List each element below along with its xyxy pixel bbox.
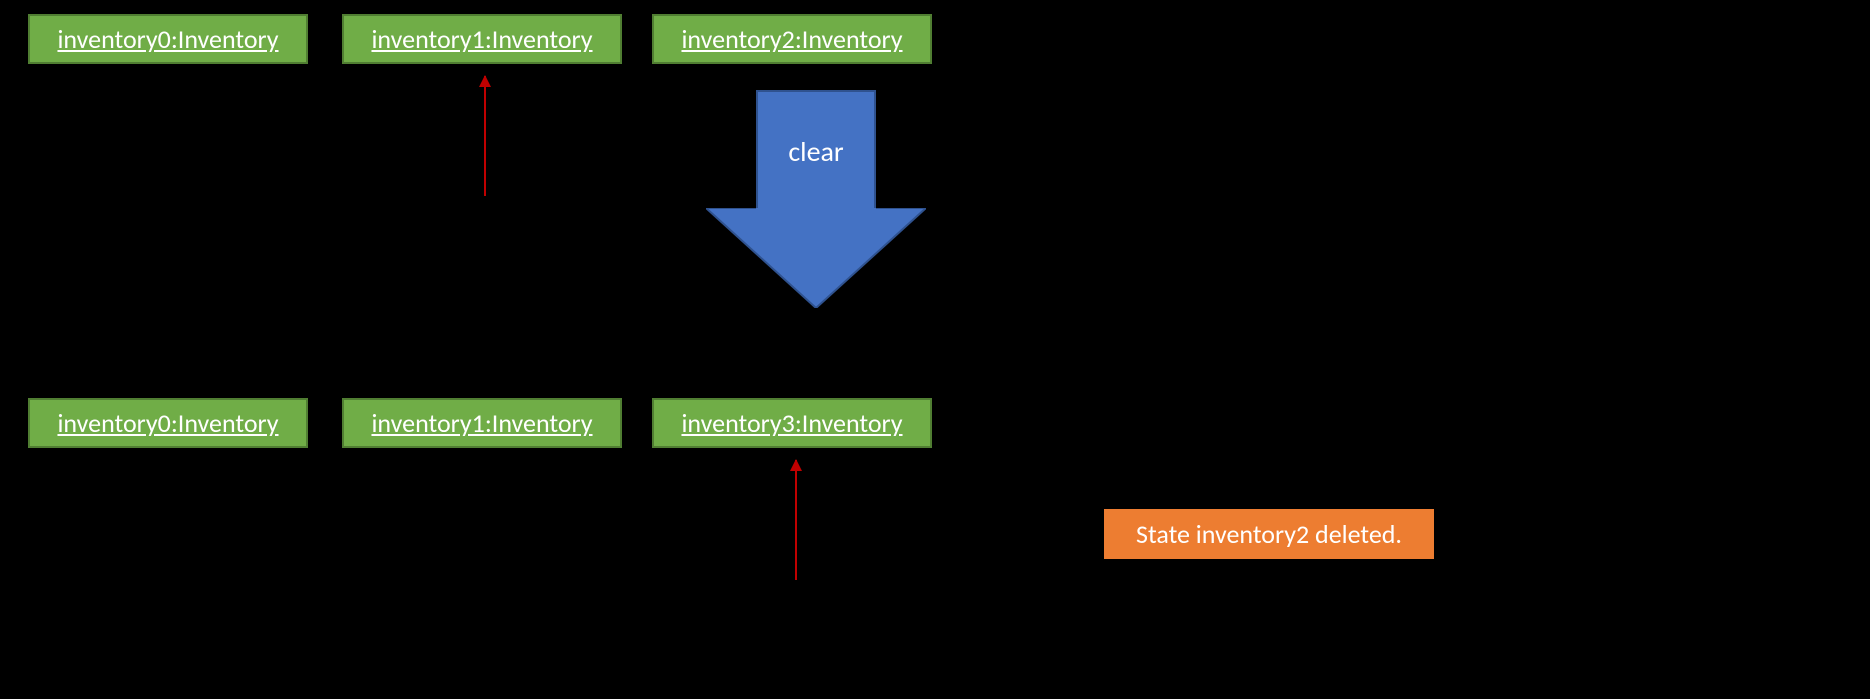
object-label: inventory1:Inventory — [371, 407, 592, 439]
status-box: State inventory2 deleted. — [1104, 509, 1434, 559]
status-label: State inventory2 deleted. — [1136, 518, 1402, 550]
object-box-top-0: inventory0:Inventory — [28, 14, 308, 64]
object-box-bottom-0: inventory0:Inventory — [28, 398, 308, 448]
object-label: inventory0:Inventory — [57, 407, 278, 439]
red-arrow-top — [484, 76, 486, 196]
object-label: inventory0:Inventory — [57, 23, 278, 55]
object-box-top-1: inventory1:Inventory — [342, 14, 622, 64]
object-label: inventory3:Inventory — [681, 407, 902, 439]
red-arrow-bottom — [795, 460, 797, 580]
clear-arrow: clear — [706, 90, 926, 310]
arrow-label: clear — [788, 134, 843, 169]
object-label: inventory1:Inventory — [371, 23, 592, 55]
object-box-bottom-2: inventory3:Inventory — [652, 398, 932, 448]
object-box-top-2: inventory2:Inventory — [652, 14, 932, 64]
object-label: inventory2:Inventory — [681, 23, 902, 55]
object-box-bottom-1: inventory1:Inventory — [342, 398, 622, 448]
